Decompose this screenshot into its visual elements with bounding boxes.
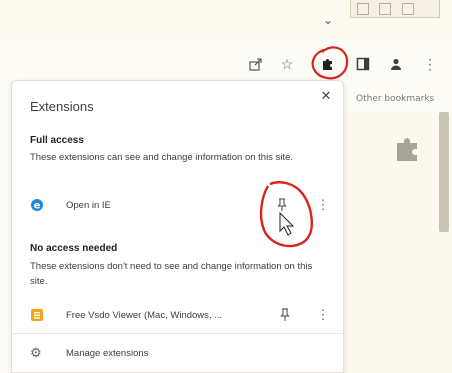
kebab-menu-icon: ⋮ (423, 56, 437, 72)
close-icon: ✕ (320, 88, 332, 103)
no-access-heading: No access needed (30, 243, 118, 254)
share-icon (249, 58, 262, 71)
profile-icon (391, 58, 401, 70)
extension-row-vsdo-viewer[interactable]: Free Vsdo Viewer (Mac, Windows, ... ⋮ (12, 303, 343, 329)
extensions-button[interactable] (318, 54, 338, 74)
open-in-ie-icon: e (31, 199, 43, 212)
extension-more-button[interactable]: ⋮ (316, 306, 330, 324)
window-controls (350, 0, 440, 18)
kebab-menu-icon: ⋮ (316, 197, 330, 212)
share-button[interactable] (246, 54, 266, 74)
close-popup-button[interactable]: ✕ (318, 88, 334, 104)
maximize-button[interactable] (379, 3, 392, 15)
kebab-menu-icon: ⋮ (316, 307, 330, 322)
no-access-description: These extensions don't need to see and c… (30, 261, 313, 287)
profile-button[interactable] (386, 54, 406, 74)
puzzle-watermark-icon (397, 138, 417, 161)
browser-menu-button[interactable]: ⋮ (420, 54, 440, 74)
full-access-heading: Full access (30, 135, 84, 146)
chevron-down-icon[interactable]: ⌄ (322, 14, 334, 26)
manage-extensions-button[interactable]: ⚙ Manage extensions (12, 343, 343, 367)
puzzle-piece-icon (323, 58, 332, 70)
extensions-popup: Extensions ✕ Full access These extension… (11, 80, 344, 373)
extension-row-open-in-ie[interactable]: e Open in IE ⋮ (12, 193, 343, 219)
close-window-button[interactable] (401, 3, 414, 15)
pin-extension-button[interactable] (276, 306, 294, 324)
side-panel-icon (356, 57, 370, 71)
window-top-strip: ⌄ (0, 0, 452, 42)
popup-title: Extensions (30, 99, 94, 114)
page-scrollbar[interactable] (439, 112, 449, 232)
pin-extension-button[interactable] (273, 196, 291, 214)
pin-icon (277, 198, 287, 211)
bookmarks-bar: Other bookmarks (343, 86, 452, 112)
minimize-button[interactable] (357, 3, 369, 15)
extension-name: Open in IE (66, 200, 111, 211)
popup-divider (12, 333, 343, 334)
manage-extensions-label: Manage extensions (66, 348, 149, 359)
page-content (343, 112, 452, 373)
extension-name: Free Vsdo Viewer (Mac, Windows, ... (66, 310, 223, 321)
pin-icon (280, 308, 290, 321)
other-bookmarks-link[interactable]: Other bookmarks (356, 94, 434, 104)
bookmark-star-button[interactable]: ☆ (277, 54, 297, 74)
extension-more-button[interactable]: ⋮ (316, 196, 330, 214)
side-panel-button[interactable] (353, 54, 373, 74)
star-icon: ☆ (280, 56, 294, 72)
gear-icon: ⚙ (30, 345, 42, 360)
full-access-description: These extensions can see and change info… (30, 152, 293, 163)
svg-text:e: e (34, 201, 41, 212)
vsdo-viewer-icon (31, 309, 43, 321)
